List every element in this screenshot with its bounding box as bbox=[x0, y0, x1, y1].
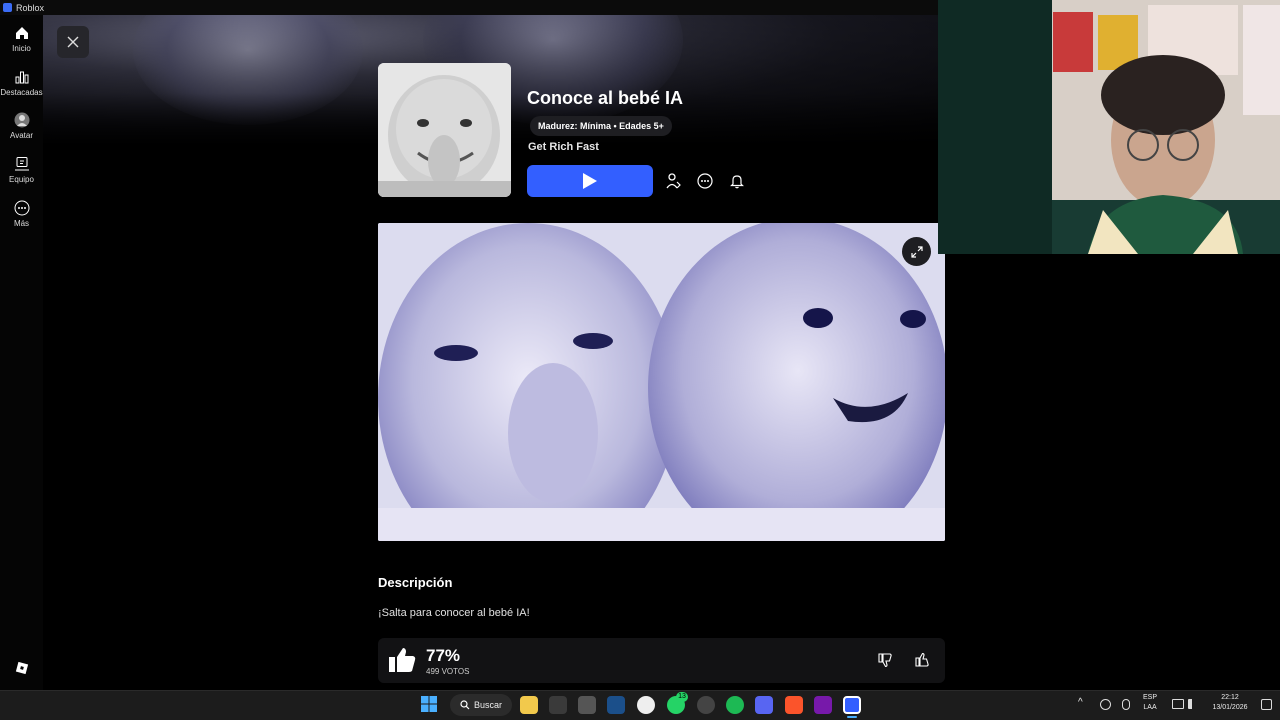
chrome-icon[interactable] bbox=[637, 696, 655, 714]
tray-app-icon[interactable] bbox=[1100, 699, 1111, 710]
sidebar-item-equipo[interactable]: Equipo bbox=[0, 156, 43, 184]
expand-icon bbox=[910, 245, 923, 258]
sidebar-item-avatar[interactable]: Avatar bbox=[0, 112, 43, 140]
chatgpt-icon[interactable] bbox=[697, 696, 715, 714]
game-thumbnail bbox=[378, 63, 511, 197]
search-label: Buscar bbox=[474, 700, 503, 710]
microphone-icon[interactable] bbox=[1122, 699, 1130, 710]
close-button[interactable] bbox=[57, 26, 89, 58]
clock-date: 13/01/2026 bbox=[1212, 704, 1248, 711]
app-cube-icon[interactable] bbox=[549, 696, 567, 714]
brave-icon[interactable] bbox=[785, 696, 803, 714]
maturity-badge: Madurez: Mínima • Edades 5+ bbox=[530, 116, 672, 136]
game-media-image bbox=[378, 223, 945, 541]
description-text: ¡Salta para conocer al bebé IA! bbox=[378, 607, 530, 619]
more-icon bbox=[14, 200, 29, 216]
sidebar: Inicio Destacadas Avatar Equipo Más bbox=[0, 15, 43, 690]
volume-icon[interactable] bbox=[1188, 699, 1200, 709]
roblox-logo-icon bbox=[15, 661, 28, 675]
person-join-icon bbox=[666, 173, 681, 189]
whatsapp-badge: 13 bbox=[676, 692, 688, 702]
taskbar-search[interactable]: Buscar bbox=[450, 694, 512, 716]
rating-percent: 77% bbox=[426, 646, 461, 665]
epic-games-icon[interactable] bbox=[578, 696, 596, 714]
network-icon[interactable] bbox=[1172, 699, 1184, 709]
thumbs-up-icon bbox=[915, 652, 929, 667]
close-icon bbox=[67, 36, 79, 48]
webcam-overlay bbox=[938, 0, 1280, 254]
thumbs-up-filled-icon bbox=[389, 648, 416, 672]
dislike-button[interactable] bbox=[875, 650, 895, 670]
language-top: ESP bbox=[1143, 694, 1158, 701]
vote-bar bbox=[378, 638, 945, 683]
language-indicator[interactable]: ESP LAA bbox=[1143, 693, 1157, 713]
window-title: Roblox bbox=[16, 2, 45, 13]
sidebar-item-label: Destacadas bbox=[0, 88, 43, 97]
notify-button[interactable] bbox=[727, 170, 747, 192]
start-button[interactable] bbox=[421, 696, 437, 717]
steam-icon[interactable] bbox=[607, 696, 625, 714]
clock-time: 22:12 bbox=[1221, 694, 1239, 701]
active-app-indicator bbox=[847, 716, 857, 718]
sidebar-item-label: Equipo bbox=[9, 175, 34, 184]
play-button[interactable] bbox=[527, 165, 653, 197]
spotify-icon[interactable] bbox=[726, 696, 744, 714]
team-icon bbox=[14, 157, 29, 171]
join-friend-button[interactable] bbox=[663, 170, 683, 192]
game-title: Conoce al bebé IA bbox=[527, 88, 684, 108]
vote-count: 499 VOTOS bbox=[426, 667, 470, 676]
bell-icon bbox=[730, 175, 744, 189]
play-icon bbox=[583, 173, 597, 189]
roblox-logo-button[interactable] bbox=[0, 660, 43, 679]
clock[interactable]: 22:12 13/01/2026 bbox=[1207, 693, 1253, 713]
roblox-app-icon bbox=[3, 3, 12, 12]
ellipsis-icon bbox=[697, 173, 713, 189]
expand-media-button[interactable] bbox=[902, 237, 931, 266]
description-heading: Descripción bbox=[378, 575, 453, 590]
sidebar-item-destacadas[interactable]: Destacadas bbox=[0, 69, 43, 97]
chart-icon bbox=[15, 71, 28, 84]
onenote-icon[interactable] bbox=[814, 696, 832, 714]
sidebar-item-label: Avatar bbox=[10, 131, 33, 140]
like-button[interactable] bbox=[912, 650, 932, 670]
windows-icon bbox=[421, 696, 437, 712]
discord-icon[interactable] bbox=[755, 696, 773, 714]
more-options-button[interactable] bbox=[695, 170, 715, 192]
sidebar-item-label: Inicio bbox=[12, 44, 31, 53]
roblox-taskbar-icon[interactable] bbox=[843, 696, 861, 714]
tray-chevron-icon[interactable]: ^ bbox=[1078, 697, 1083, 708]
sidebar-item-mas[interactable]: Más bbox=[0, 200, 43, 228]
creator-link[interactable]: Get Rich Fast bbox=[528, 141, 599, 153]
home-icon bbox=[15, 27, 28, 39]
search-icon bbox=[460, 700, 470, 710]
sidebar-item-inicio[interactable]: Inicio bbox=[0, 25, 43, 53]
file-explorer-icon[interactable] bbox=[520, 696, 538, 714]
avatar-icon bbox=[14, 112, 29, 128]
thumbs-down-icon bbox=[878, 653, 892, 668]
sidebar-item-label: Más bbox=[13, 219, 30, 228]
notifications-icon[interactable] bbox=[1261, 699, 1272, 710]
language-bottom: LAA bbox=[1143, 704, 1157, 711]
